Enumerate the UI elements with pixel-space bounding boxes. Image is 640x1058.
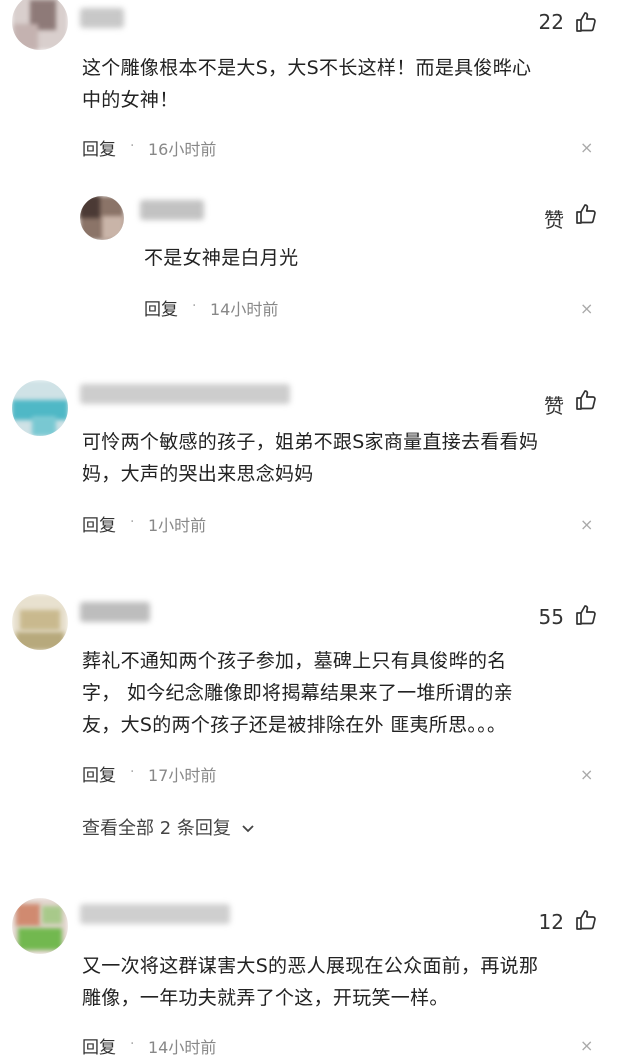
thumbs-up-icon[interactable] [574,10,598,34]
comment-text-line: 不是女神是白月光 [144,247,299,269]
thumbs-up-icon[interactable] [574,603,598,627]
thumbs-up-icon[interactable] [574,202,598,226]
timestamp: 16小时前 [148,140,217,159]
close-icon[interactable]: × [580,1036,593,1055]
close-icon[interactable]: × [580,515,593,534]
thumbs-up-icon[interactable] [574,908,598,932]
avatar[interactable] [12,594,68,650]
like-label: 赞 [544,394,564,418]
username-blurred[interactable] [80,8,124,28]
timestamp: 14小时前 [148,1038,217,1057]
view-all-replies-label: 查看全部 2 条回复 [82,818,231,839]
chevron-down-icon [242,825,254,833]
reply-button[interactable]: 回复 [82,761,116,786]
username-blurred[interactable] [140,200,204,220]
meta-separator: · [130,138,135,154]
avatar[interactable] [12,380,68,436]
comment-text-line: 这个雕像根本不是大S，大S不长这样！而是具俊晔心 [82,57,532,79]
close-icon[interactable]: × [580,765,593,784]
comment-text: 葬礼不通知两个孩子参加，墓碑上只有具俊晔的名 字， 如今纪念雕像即将揭幕结果来了… [82,645,622,741]
comment-text-line: 字， 如今纪念雕像即将揭幕结果来了一堆所谓的亲 [82,682,513,704]
avatar[interactable] [12,898,68,954]
comment-text-line: 葬礼不通知两个孩子参加，墓碑上只有具俊晔的名 [82,650,507,672]
meta-separator: · [130,764,135,780]
meta-separator: · [192,298,197,314]
like-count: 22 [538,10,564,34]
username-blurred[interactable] [80,904,230,924]
reply-text: 不是女神是白月光 [144,242,604,274]
thumbs-up-icon[interactable] [574,388,598,412]
avatar[interactable] [80,196,124,240]
meta-separator: · [130,1036,135,1052]
comment-text-line: 友，大S的两个孩子还是被排除在外 匪夷所思。。。 [82,714,507,736]
username-blurred[interactable] [80,602,150,622]
comment-text-line: 可怜两个敏感的孩子，姐弟不跟S家商量直接去看看妈 [82,431,539,453]
reply-button[interactable]: 回复 [82,511,116,536]
close-icon[interactable]: × [580,299,593,318]
avatar[interactable] [12,0,68,50]
comment-text-line: 中的女神！ [82,89,179,111]
comment-text-line: 妈，大声的哭出来思念妈妈 [82,463,314,485]
close-icon[interactable]: × [580,138,593,157]
view-all-replies-button[interactable]: 查看全部 2 条回复 [82,814,255,840]
comment-text: 又一次将这群谋害大S的恶人展现在公众面前，再说那 雕像，一年功夫就弄了个这，开玩… [82,950,622,1014]
meta-separator: · [130,514,135,530]
like-count: 12 [538,910,564,934]
reply-button[interactable]: 回复 [82,135,116,160]
timestamp: 14小时前 [210,300,279,319]
comment-text-line: 雕像，一年功夫就弄了个这，开玩笑一样。 [82,987,449,1009]
like-label: 赞 [544,208,564,232]
comment-text-line: 又一次将这群谋害大S的恶人展现在公众面前，再说那 [82,955,539,977]
reply-button[interactable]: 回复 [82,1033,116,1058]
timestamp: 1小时前 [148,516,207,535]
reply-button[interactable]: 回复 [144,295,178,320]
username-blurred[interactable] [80,384,290,404]
comment-text: 可怜两个敏感的孩子，姐弟不跟S家商量直接去看看妈 妈，大声的哭出来思念妈妈 [82,426,612,490]
comment-text: 这个雕像根本不是大S，大S不长这样！而是具俊晔心 中的女神！ [82,52,612,116]
like-count: 55 [538,605,564,629]
timestamp: 17小时前 [148,766,217,785]
